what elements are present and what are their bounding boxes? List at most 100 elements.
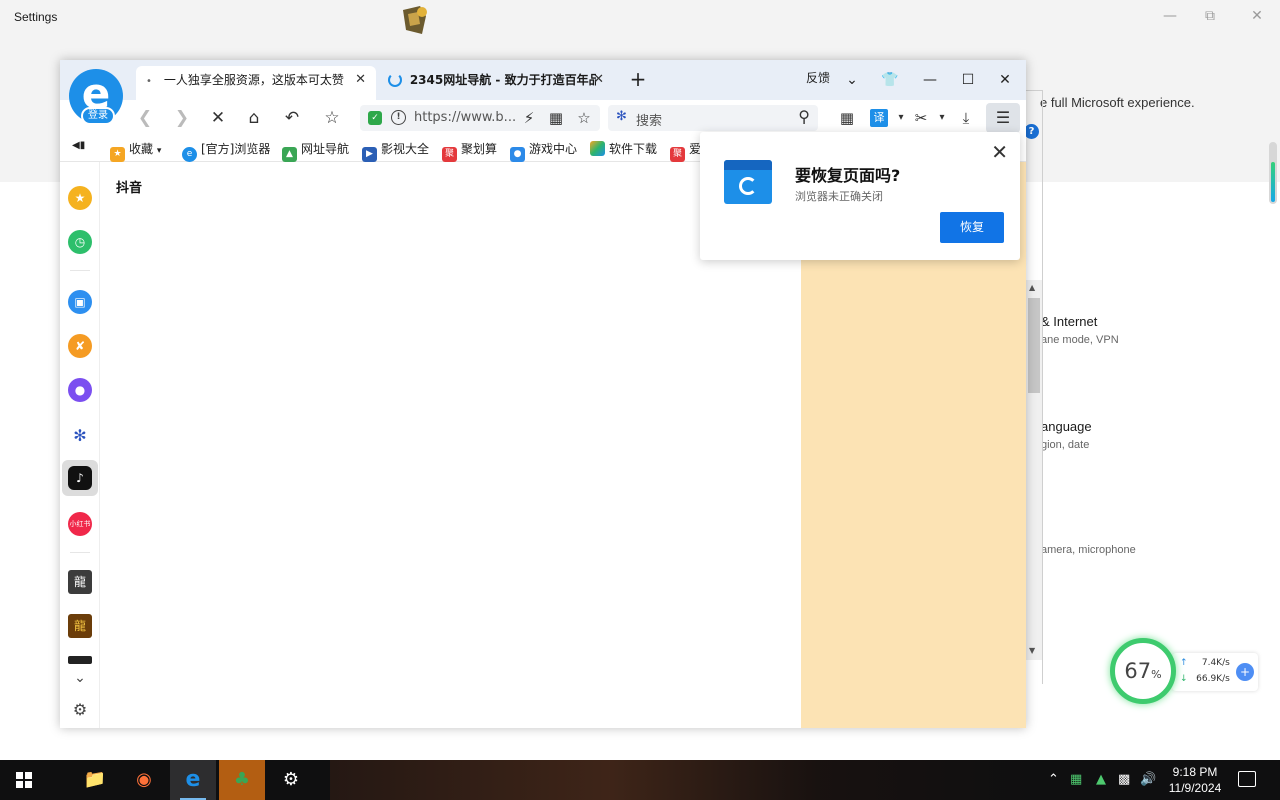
toolbox-icon[interactable]: ▣ xyxy=(68,290,92,314)
sidebar-toggle-icon[interactable]: ◀▮ xyxy=(72,140,85,151)
settings-gear-icon[interactable]: ⚙ xyxy=(68,698,92,722)
bookmark-item[interactable]: ▶ 影视大全 xyxy=(362,140,429,162)
taskbar-clock[interactable]: 9:18 PM 11/9/2024 xyxy=(1160,764,1230,796)
tree-icon: ▲ xyxy=(282,147,297,162)
tab-favicon-icon: • xyxy=(146,76,152,87)
film-icon: ▶ xyxy=(362,147,377,162)
settings-scrollbar[interactable] xyxy=(1269,142,1277,204)
search-box[interactable]: ✻ 搜索 ⚲ xyxy=(608,105,818,131)
translate-icon[interactable]: 译 xyxy=(870,109,888,127)
bookmark-item[interactable]: e [官方]浏览器 xyxy=(182,140,270,162)
dropdown-arrow-icon[interactable]: ▾ xyxy=(890,107,912,129)
bookmark-item[interactable]: ● 游戏中心 xyxy=(510,140,577,162)
sidebar-divider xyxy=(70,552,90,553)
back-icon[interactable]: ❮ xyxy=(133,106,157,130)
tray-user-icon[interactable]: ▲ xyxy=(1096,772,1106,787)
close-icon[interactable]: ✕ xyxy=(1245,6,1269,26)
settings-promo-text: e full Microsoft experience. xyxy=(1040,95,1195,110)
scroll-up-icon[interactable]: ▲ xyxy=(1029,283,1035,292)
baidu-paw-icon[interactable]: ✻ xyxy=(68,424,92,448)
memory-usage-ring[interactable]: 67% xyxy=(1110,638,1176,704)
tools-icon[interactable]: ✘ xyxy=(68,334,92,358)
ie-browser-icon[interactable]: e xyxy=(170,760,216,800)
bookmark-item[interactable]: ▲ 网址导航 xyxy=(282,140,349,162)
minimize-icon[interactable]: — xyxy=(1158,6,1182,26)
more-apps-icon[interactable] xyxy=(68,656,92,664)
chevron-down-icon[interactable]: ⌄ xyxy=(68,666,92,690)
tab-2345[interactable]: 2345网址导航 - 致力于打造百年品牌 ✕ xyxy=(378,66,614,100)
apps-grid-icon[interactable]: ▦ xyxy=(836,107,858,129)
favorites-icon[interactable]: ☆ xyxy=(320,106,344,130)
close-icon[interactable]: ✕ xyxy=(991,140,1008,164)
baidu-paw-icon: ✻ xyxy=(616,109,627,124)
tray-chevron-up-icon[interactable]: ⌃ xyxy=(1048,772,1059,787)
minimize-icon[interactable]: — xyxy=(918,68,942,92)
home-icon[interactable]: ⌂ xyxy=(242,106,266,130)
favorites-star-icon[interactable]: ★ xyxy=(68,186,92,210)
bookmark-item[interactable]: 聚聚划算 xyxy=(442,140,497,162)
upload-arrow-icon: ↑ xyxy=(1180,658,1188,668)
login-button[interactable]: 登录 xyxy=(81,107,115,125)
toolbar: ❮ ❯ ✕ ⌂ ↶ ☆ ✓ ! https://www.b... ⚡ ▦ ☆ ✻… xyxy=(60,100,1026,136)
info-icon[interactable]: ! xyxy=(391,110,406,125)
scroll-down-icon[interactable]: ▼ xyxy=(1029,646,1035,655)
scrollbar-thumb[interactable] xyxy=(1028,298,1040,393)
tiktok-icon[interactable]: ♪ xyxy=(68,466,92,490)
windows-start-icon[interactable] xyxy=(16,772,32,788)
file-explorer-icon[interactable]: 📁 xyxy=(72,760,118,800)
close-icon[interactable]: ✕ xyxy=(993,68,1017,92)
volume-icon[interactable]: 🔊 xyxy=(1140,772,1156,787)
page-heading: 抖音 xyxy=(116,181,143,196)
address-url[interactable]: https://www.b... xyxy=(414,110,516,125)
dragon-game-icon[interactable]: 龍 xyxy=(68,570,92,594)
search-icon[interactable]: ⚲ xyxy=(798,107,810,126)
forward-icon[interactable]: ❯ xyxy=(170,106,194,130)
settings-gear-icon[interactable]: ⚙ xyxy=(268,760,314,800)
browser-logo[interactable]: e 登录 xyxy=(69,69,127,127)
screenshot-icon[interactable]: ▦ xyxy=(545,107,567,129)
stop-icon[interactable]: ✕ xyxy=(206,106,230,130)
search-input[interactable]: 搜索 xyxy=(636,110,662,129)
tab-close-icon[interactable]: ✕ xyxy=(355,66,366,94)
restore-dialog: 要恢复页面吗? 浏览器未正确关闭 ✕ 恢复 xyxy=(700,132,1020,260)
taskbar: 📁 ◉ e ♣ ⚙ ⌃ ▦ ▲ ▩ 🔊 9:18 PM 11/9/2024 xyxy=(0,760,1280,800)
settings-item-language[interactable]: anguage xyxy=(1041,419,1092,434)
dragon-game-icon[interactable]: 龍 xyxy=(68,614,92,638)
history-clock-icon[interactable]: ◷ xyxy=(68,230,92,254)
menu-icon[interactable]: ☰ xyxy=(986,103,1020,133)
chevron-down-icon[interactable]: ⌄ xyxy=(840,68,864,92)
tray-app-icon[interactable]: ▦ xyxy=(1070,772,1082,787)
boost-plus-icon[interactable]: + xyxy=(1236,663,1254,681)
settings-item-privacy-desc: amera, microphone xyxy=(1041,544,1136,556)
bookmark-item[interactable]: ★ 收藏 ▾ xyxy=(110,140,161,162)
feedback-link[interactable]: 反馈 xyxy=(806,69,830,86)
settings-item-network[interactable]: & Internet xyxy=(1041,314,1097,329)
ju-icon: 聚 xyxy=(442,147,457,162)
notification-icon[interactable] xyxy=(1238,771,1256,787)
restore-button[interactable]: 恢复 xyxy=(940,212,1004,243)
lightning-icon[interactable]: ⚡ xyxy=(518,107,540,129)
firefox-icon[interactable]: ◉ xyxy=(121,760,167,800)
dropdown-arrow-icon[interactable]: ▾ xyxy=(931,107,953,129)
undo-icon[interactable]: ↶ xyxy=(280,106,304,130)
restore-icon[interactable]: ⧉ xyxy=(1198,6,1222,26)
tab-active[interactable]: • 一人独享全服资源，这版本可太赞 ✕ xyxy=(136,66,376,100)
xiaohongshu-icon[interactable]: 小红书 xyxy=(68,512,92,536)
game-app-icon[interactable]: ♣ xyxy=(219,760,265,800)
download-speed: 66.9K/s xyxy=(1196,674,1230,684)
scissors-icon[interactable]: ✂ xyxy=(910,107,932,129)
skin-icon[interactable]: 👕 xyxy=(878,68,902,92)
dialog-title: 要恢复页面吗? xyxy=(795,166,901,185)
maximize-icon[interactable]: ☐ xyxy=(956,68,980,92)
network-icon[interactable]: ▩ xyxy=(1118,772,1130,787)
upload-speed: 7.4K/s xyxy=(1201,658,1230,668)
new-tab-button[interactable]: + xyxy=(626,68,650,92)
bookmark-star-icon[interactable]: ☆ xyxy=(573,107,595,129)
bookmark-item[interactable]: 聚爱 xyxy=(670,140,701,162)
gamepad-icon[interactable]: ● xyxy=(68,378,92,402)
background-scrollbar[interactable]: ▲ ▼ xyxy=(1026,280,1042,660)
download-icon[interactable]: ⤓ xyxy=(955,107,977,129)
bookmark-item[interactable]: 软件下载 xyxy=(590,140,657,157)
network-monitor-widget[interactable]: ↑ 7.4K/s ↓ 66.9K/s + 67% xyxy=(1110,638,1260,706)
tab-close-icon[interactable]: ✕ xyxy=(593,66,604,94)
